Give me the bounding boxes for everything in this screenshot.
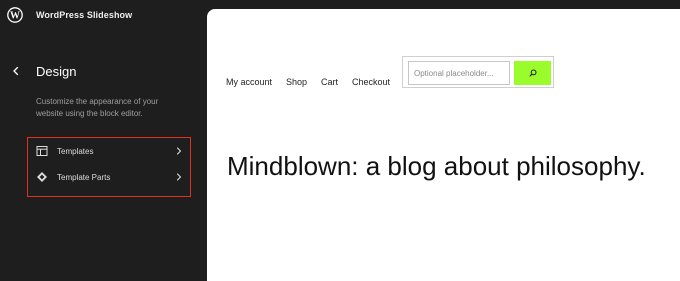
panel-title: Design xyxy=(36,64,77,79)
symbol-diamond-icon xyxy=(37,172,47,182)
search-button[interactable] xyxy=(514,61,551,85)
sidebar-item-templates[interactable]: Templates xyxy=(36,142,184,160)
chevron-left-icon[interactable] xyxy=(9,64,23,78)
site-title[interactable]: WordPress Slideshow xyxy=(36,10,132,20)
wordpress-logo-icon[interactable]: W xyxy=(7,7,23,23)
layout-icon xyxy=(36,146,48,156)
chevron-right-icon xyxy=(176,173,182,181)
svg-text:W: W xyxy=(10,11,20,22)
search-block xyxy=(402,56,554,88)
sidebar-item-label: Template Parts xyxy=(57,172,111,182)
sidebar-item-label: Templates xyxy=(57,146,94,156)
sidebar-item-template-parts[interactable]: Template Parts xyxy=(36,168,184,186)
site-preview[interactable]: My account Shop Cart Checkout Mindblown:… xyxy=(207,9,680,281)
sidebar: W WordPress Slideshow Design Customize t… xyxy=(0,0,207,281)
search-icon xyxy=(528,69,536,77)
panel-description: Customize the appearance of your website… xyxy=(36,97,159,118)
search-input[interactable] xyxy=(408,61,510,85)
nav-link-cart[interactable]: Cart xyxy=(321,77,338,87)
nav-link-shop[interactable]: Shop xyxy=(286,77,307,87)
site-editor: W WordPress Slideshow Design Customize t… xyxy=(0,0,680,281)
nav-link-my-account[interactable]: My account xyxy=(226,77,272,87)
chevron-right-icon xyxy=(176,147,182,155)
page-headline: Mindblown: a blog about philosophy. xyxy=(227,151,646,181)
nav-link-checkout[interactable]: Checkout xyxy=(352,77,390,87)
